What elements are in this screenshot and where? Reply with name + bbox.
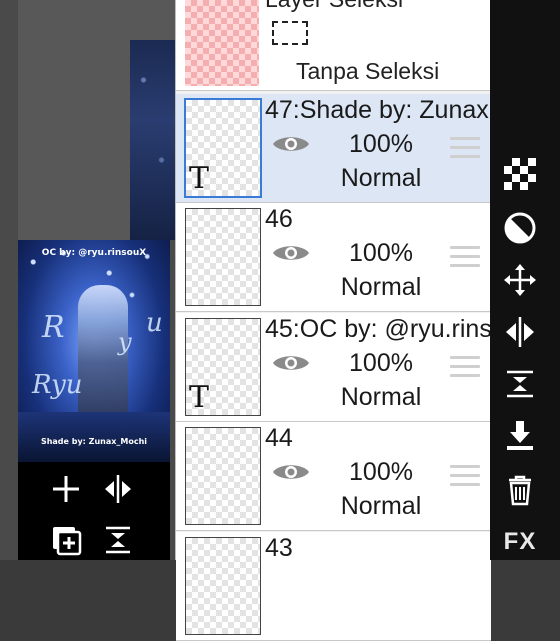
download-layer-button[interactable] [496,414,544,458]
layer-opacity[interactable]: 100% [336,239,426,268]
layer-blend-mode[interactable]: Normal [331,383,431,412]
plus-icon [53,476,79,502]
fx-label: FX [503,528,537,555]
flip-layer-button[interactable] [98,469,138,509]
drag-handle-icon[interactable] [450,465,480,487]
layer-opacity[interactable]: 100% [336,349,426,378]
text-layer-icon: T [189,380,210,415]
preview-script-text: y [118,328,132,356]
preview-script-text: u [146,308,163,338]
selection-layer-thumbnail [185,0,259,86]
layer-row[interactable]: T 47:Shade by: Zunax 100% Normal [176,94,491,203]
layer-thumbnail[interactable] [185,537,261,635]
fx-button[interactable]: FX [496,520,544,564]
move-icon [504,264,536,296]
drag-handle-icon[interactable] [450,137,480,159]
layer-blend-mode[interactable]: Normal [331,492,431,521]
text-layer-icon: T [189,161,210,196]
layer-name: 45:OC by: @ryu.rins [265,315,491,343]
duplicate-layer-button[interactable] [46,520,86,560]
layer-panel[interactable]: Layer Seleksi Tanpa Seleksi T 47:Shade b… [175,0,491,641]
flip-horizontal-icon [506,317,534,347]
layer-row[interactable]: T 45:OC by: @ryu.rins 100% Normal [176,313,491,422]
canvas-preview[interactable]: OC by: @ryu.rinsouX R y u Ryu Shade by: … [18,240,170,462]
flip-button[interactable] [496,310,544,354]
selection-layer-row[interactable]: Layer Seleksi Tanpa Seleksi [176,0,491,91]
clipping-icon [504,212,536,244]
eye-icon[interactable] [271,351,311,375]
layer-thumbnail[interactable]: T [184,98,262,198]
drag-handle-icon[interactable] [450,246,480,268]
layer-blend-mode[interactable]: Normal [331,164,431,193]
merge-down-icon [507,370,533,398]
selection-status: Tanpa Seleksi [296,58,440,84]
drag-handle-icon[interactable] [450,356,480,378]
selection-layer-name: Layer Seleksi [265,0,491,13]
lock-transparency-button[interactable] [496,152,544,196]
trash-icon [509,475,531,506]
layer-name: 43 [265,534,293,562]
canvas-artwork[interactable] [130,40,175,240]
move-layer-button[interactable] [496,258,544,302]
flip-horizontal-icon [105,475,131,503]
selection-marquee-icon [272,21,308,45]
layer-row[interactable]: 46 100% Normal [176,203,491,312]
eye-icon[interactable] [271,241,311,265]
layer-name: 46 [265,205,293,233]
layer-actions-toolbar: FX [490,0,560,560]
preview-script-text: Ryu [32,370,83,400]
layer-thumbnail[interactable] [185,208,261,306]
canvas-area[interactable]: OC by: @ryu.rinsouX R y u Ryu Shade by: … [0,0,175,560]
layer-opacity[interactable]: 100% [336,458,426,487]
delete-layer-button[interactable] [496,468,544,512]
layer-name: 47:Shade by: Zunax [265,96,489,124]
preview-script-text: R [42,310,65,345]
download-icon [507,421,533,450]
eye-icon[interactable] [271,132,311,156]
layer-row[interactable]: 44 100% Normal [176,422,491,531]
layer-thumbnail[interactable]: T [185,318,261,416]
add-layer-button[interactable] [46,469,86,509]
preview-credit-oc: OC by: @ryu.rinsouX [41,248,147,258]
layer-thumbnail[interactable] [185,427,261,525]
layer-opacity[interactable]: 100% [336,130,426,159]
merge-layer-button[interactable] [98,520,138,560]
merge-down-icon [106,526,130,554]
layer-tools-bar [18,462,170,560]
merge-down-button[interactable] [496,362,544,406]
eye-icon[interactable] [271,460,311,484]
transparency-lock-icon [504,158,536,190]
add-layer-icon [53,527,82,556]
layer-row[interactable]: 43 [176,532,491,641]
layer-name: 44 [265,424,293,452]
preview-credit-shade: Shade by: Zunax_Mochi [40,437,148,446]
clipping-button[interactable] [496,206,544,250]
layer-blend-mode[interactable]: Normal [331,273,431,302]
